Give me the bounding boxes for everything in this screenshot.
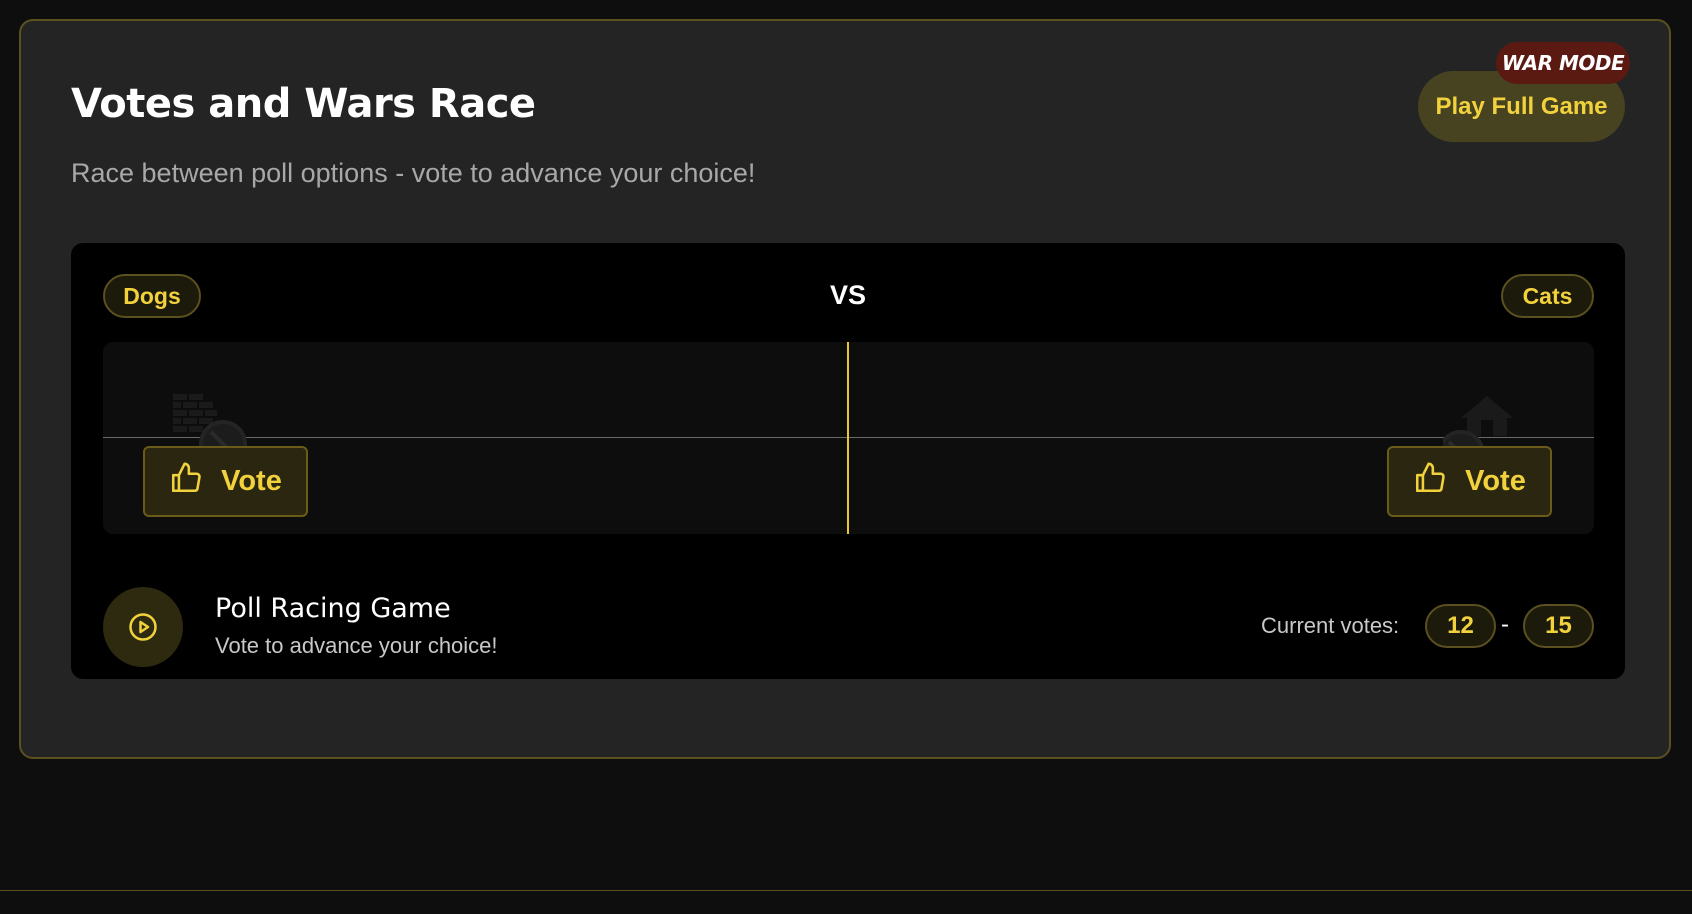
- vote-count-dogs: 12: [1425, 604, 1496, 648]
- game-subtitle: Vote to advance your choice!: [215, 633, 498, 658]
- play-circle-icon[interactable]: [103, 587, 183, 667]
- page-subtitle: Race between poll options - vote to adva…: [71, 158, 756, 188]
- option-label-cats: Cats: [1501, 274, 1594, 318]
- footer-divider: [0, 890, 1692, 891]
- page-title: Votes and Wars Race: [71, 81, 536, 127]
- thumbs-up-icon: [1413, 461, 1447, 503]
- war-mode-badge: WAR MODE: [1496, 42, 1630, 84]
- current-votes-label: Current votes:: [1261, 613, 1400, 638]
- finish-line: [847, 342, 849, 534]
- page: Votes and Wars Race Race between poll op…: [0, 0, 1692, 914]
- vote-separator: -: [1501, 611, 1509, 638]
- option-label-dogs: Dogs: [103, 274, 201, 318]
- thumbs-up-icon: [169, 461, 203, 503]
- race-track: Vote Vote: [103, 342, 1594, 534]
- game-title: Poll Racing Game: [215, 593, 451, 624]
- race-arena: Dogs VS Cats Vote Vote Poll Racing Game …: [71, 243, 1625, 679]
- vote-label: Vote: [221, 465, 282, 497]
- game-info-row: Poll Racing Game Vote to advance your ch…: [103, 587, 1594, 667]
- vote-cats-button[interactable]: Vote: [1387, 446, 1552, 517]
- vs-label: VS: [829, 280, 867, 310]
- vote-label: Vote: [1465, 465, 1526, 497]
- vote-dogs-button[interactable]: Vote: [143, 446, 308, 517]
- vote-count-cats: 15: [1523, 604, 1594, 648]
- race-card: Votes and Wars Race Race between poll op…: [19, 19, 1671, 759]
